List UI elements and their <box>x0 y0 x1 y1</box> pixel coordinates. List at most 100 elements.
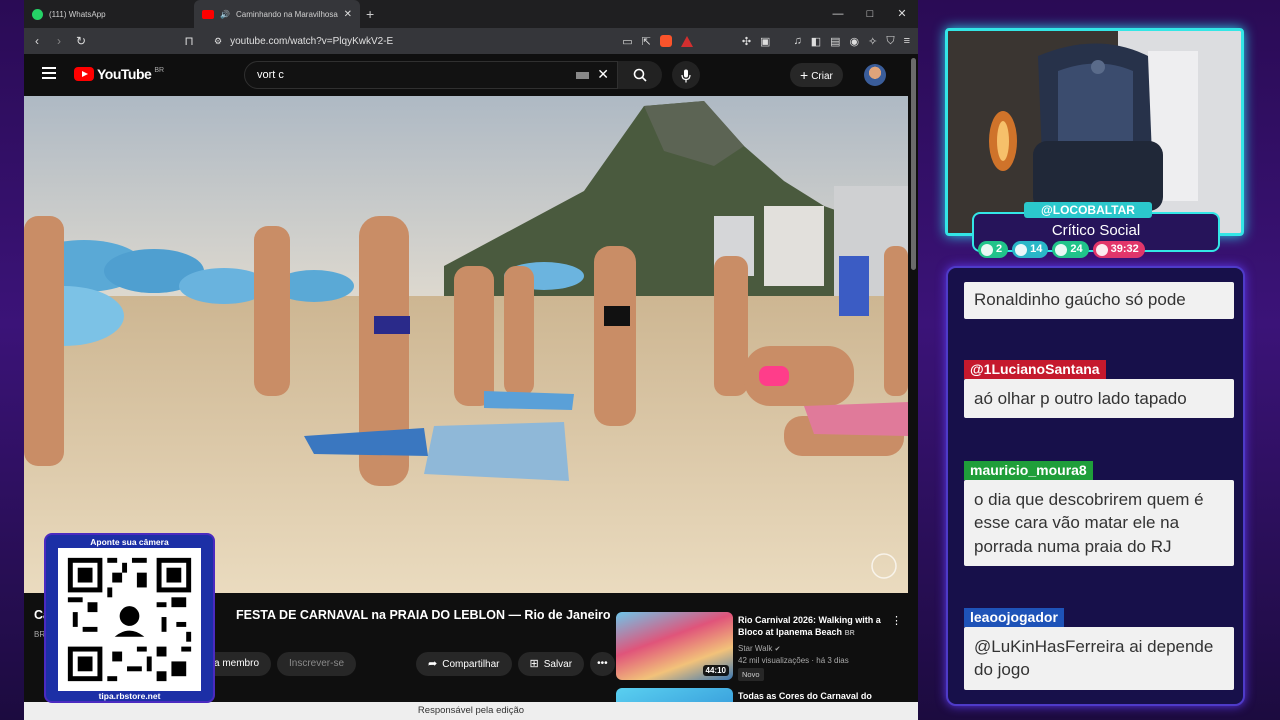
create-label: Criar <box>811 71 833 82</box>
bookmark-icon[interactable]: ⊓ <box>182 34 196 48</box>
recommendation-info: Todas as Cores do Carnaval do <box>738 690 888 702</box>
logo-text: YouTube <box>97 66 152 82</box>
video-frame <box>24 96 908 593</box>
chat-message-text: o dia que descobrirem quem é esse cara v… <box>964 480 1234 566</box>
navigation-bar: ‹ › ↻ ⊓ ⚙ youtube.com/watch?v=PlqyKwkV2-… <box>24 28 918 54</box>
share-icon: ➦ <box>428 658 438 670</box>
reload-icon[interactable]: ↻ <box>74 34 88 48</box>
chat-message: @1LucianoSantana aó olhar p outro lado t… <box>964 360 1234 419</box>
recommendation-thumbnail[interactable]: 44:10 <box>616 612 733 680</box>
tab-youtube[interactable]: 🔊 Caminhando na Maravilhosa FESTA ✕ <box>194 0 360 28</box>
qr-code-image <box>58 548 201 691</box>
share-label: Compartilhar <box>442 659 500 670</box>
keyboard-icon[interactable] <box>576 72 589 79</box>
youtube-icon <box>202 9 214 19</box>
more-actions-button[interactable]: ••• <box>590 652 615 676</box>
back-icon[interactable]: ‹ <box>30 34 44 48</box>
chat-message-text: Ronaldinho gaúcho só pode <box>964 282 1234 320</box>
search-button[interactable] <box>618 61 662 89</box>
chat-message: Ronaldinho gaúcho só pode <box>964 282 1234 320</box>
video-player[interactable] <box>24 96 908 593</box>
search-input[interactable]: vort c ✕ <box>244 61 618 89</box>
channel-region: BR <box>34 630 46 639</box>
search-icon <box>633 68 647 82</box>
title-region-badge: BR <box>844 630 855 637</box>
ai-icon[interactable]: ✧ <box>868 35 877 48</box>
save-label: Salvar <box>543 659 573 670</box>
hamburger-menu-icon[interactable] <box>42 67 56 82</box>
brave-shield-icon[interactable] <box>659 35 672 47</box>
channel-name[interactable]: Star Walk <box>738 644 772 653</box>
share-icon[interactable]: ⇱ <box>642 35 651 48</box>
stream-stats: 2 14 24 39:32 <box>978 241 1145 258</box>
whatsapp-icon <box>32 8 43 20</box>
maximize-button[interactable]: □ <box>854 0 886 28</box>
video-count-badge: 14 <box>1012 241 1049 258</box>
clear-search-icon[interactable]: ✕ <box>597 66 609 83</box>
plus-icon: + <box>800 67 809 83</box>
recommendation-title[interactable]: Rio Carnival 2026: Walking with a Bloco … <box>738 614 888 640</box>
close-tab-icon[interactable]: ✕ <box>344 9 352 20</box>
link-icon <box>1055 243 1068 256</box>
sidebar-icon[interactable]: ◧ <box>811 35 821 48</box>
profile-icon[interactable]: ◉ <box>850 35 860 48</box>
status-bar: Responsável pela edição <box>24 702 918 720</box>
minimize-button[interactable]: — <box>822 0 854 28</box>
duration-badge: 44:10 <box>702 665 729 676</box>
recommendation-info: Rio Carnival 2026: Walking with a Bloco … <box>738 614 888 681</box>
menu-icon[interactable]: ≡ <box>904 35 910 47</box>
new-badge: Novo <box>738 668 764 681</box>
subscribe-button[interactable]: Inscrever-se <box>277 652 357 676</box>
user-avatar[interactable] <box>864 64 886 86</box>
region-label: BR <box>154 66 165 74</box>
chat-username: mauricio_moura8 <box>964 461 1093 480</box>
create-button[interactable]: + Criar <box>790 63 843 87</box>
page-scrollbar[interactable] <box>911 58 916 270</box>
recommendation-menu-icon[interactable]: ⋮ <box>891 614 902 627</box>
view-count: 42 mil visualizações · há 3 dias <box>738 656 849 665</box>
wallet-icon[interactable]: ▤ <box>830 35 840 48</box>
link-count-badge: 24 <box>1052 241 1089 258</box>
video-title-end: FESTA DE CARNAVAL na PRAIA DO LEBLON — R… <box>235 608 611 622</box>
save-icon: ⊞ <box>529 658 539 670</box>
audio-icon[interactable]: 🔊 <box>220 10 230 19</box>
cast-icon[interactable]: ▭ <box>622 35 632 48</box>
chat-username: leaoojogador <box>964 608 1064 627</box>
chat-message: leaoojogador @LuKinHasFerreira ai depend… <box>964 608 1234 690</box>
video-icon <box>1015 243 1028 256</box>
close-window-button[interactable]: ✕ <box>886 0 918 28</box>
address-bar[interactable]: ⚙ youtube.com/watch?v=PlqyKwkV2-E <box>208 31 628 51</box>
action-buttons: a membro Inscrever-se ➦ Compartilhar ⊞ Sal… <box>202 652 615 676</box>
join-label: a membro <box>214 658 260 669</box>
streamer-subtitle: Crítico Social <box>1051 222 1141 239</box>
tab-title: Caminhando na Maravilhosa FESTA <box>235 9 338 19</box>
screenshot-icon[interactable]: ▣ <box>760 35 770 48</box>
qr-overlay: Aponte sua câmera tipa.rbstore.net <box>46 535 213 701</box>
recommendation-title[interactable]: Todas as Cores do Carnaval do <box>738 690 888 702</box>
new-tab-button[interactable]: + <box>366 6 374 22</box>
recommendation-meta: Star Walk ✔ 42 mil visualizações · há 3 … <box>738 643 888 681</box>
extensions-icon[interactable]: ✣ <box>742 35 751 48</box>
music-icon[interactable]: ♫ <box>793 35 801 47</box>
rewards-icon[interactable] <box>680 35 693 47</box>
qr-bottom-text: tipa.rbstore.net <box>98 691 161 701</box>
qr-code <box>58 548 201 691</box>
tab-whatsapp[interactable]: (111) WhatsApp <box>24 0 194 28</box>
vpn-icon[interactable]: ⛉ <box>886 35 894 48</box>
url-text: youtube.com/watch?v=PlqyKwkV2-E <box>230 35 394 47</box>
youtube-header: YouTube BR vort c ✕ + Criar <box>24 54 918 96</box>
save-button[interactable]: ⊞ Salvar <box>517 652 585 676</box>
youtube-logo[interactable]: YouTube BR <box>74 66 164 82</box>
chat-message-text: aó olhar p outro lado tapado <box>964 379 1234 419</box>
share-button[interactable]: ➦ Compartilhar <box>416 652 512 676</box>
verified-icon: ✔ <box>774 646 781 653</box>
toolbar-icons: ▭ ⇱ ✣ ▣ ♫ ◧ ▤ ◉ ✧ ⛉ ≡ <box>622 28 910 54</box>
tab-strip: (111) WhatsApp 🔊 Caminhando na Maravilho… <box>24 0 918 28</box>
window-controls: — □ ✕ <box>822 0 918 28</box>
forward-icon[interactable]: › <box>52 34 66 48</box>
site-info-icon[interactable]: ⚙ <box>214 36 222 47</box>
stream-timer-badge: 39:32 <box>1092 241 1145 258</box>
voice-search-button[interactable] <box>672 61 700 89</box>
streamer-handle: @LOCOBALTAR <box>1024 202 1152 218</box>
chat-icon <box>981 243 993 256</box>
